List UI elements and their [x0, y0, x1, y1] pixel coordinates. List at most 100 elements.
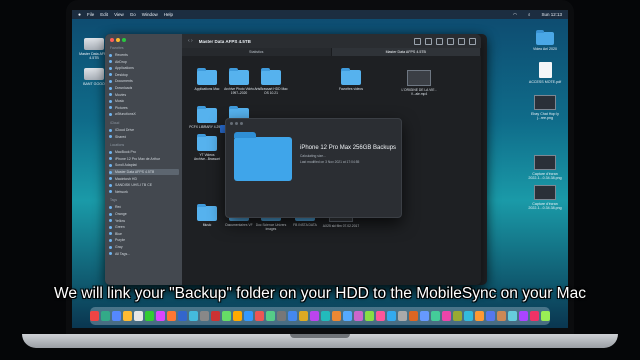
dock-app-icon[interactable] [112, 311, 121, 321]
zoom-window-icon[interactable] [122, 38, 126, 42]
sidebar-item[interactable]: Pictures [109, 105, 179, 111]
close-window-icon[interactable] [110, 38, 114, 42]
dock-app-icon[interactable] [541, 311, 550, 321]
apple-menu-icon[interactable]: ● [78, 12, 81, 18]
sidebar-item[interactable]: Yellow [109, 218, 179, 224]
sidebar-item[interactable]: iCloud Drive [109, 127, 179, 133]
sidebar-item[interactable]: Red [109, 204, 179, 210]
minimize-window-icon[interactable] [116, 38, 120, 42]
dock-app-icon[interactable] [233, 311, 242, 321]
sidebar-item[interactable]: Scroll Adaptat [109, 162, 179, 168]
dock-app-icon[interactable] [530, 311, 539, 321]
dock-app-icon[interactable] [145, 311, 154, 321]
folder-item[interactable]: Favorites videos [332, 68, 370, 91]
search-icon[interactable]: ⌕ [528, 12, 531, 17]
sidebar-item[interactable]: Music [109, 98, 179, 104]
close-window-icon[interactable] [230, 122, 233, 125]
minimize-window-icon[interactable] [235, 122, 238, 125]
action-icon[interactable] [458, 38, 465, 45]
sidebar-item[interactable]: Recents [109, 52, 179, 58]
sidebar-item[interactable]: Documents [109, 78, 179, 84]
sidebar-item[interactable]: Orange [109, 211, 179, 217]
dock-app-icon[interactable] [519, 311, 528, 321]
dock-app-icon[interactable] [299, 311, 308, 321]
menu-edit[interactable]: Edit [100, 12, 108, 17]
sidebar-item[interactable]: Applications [109, 65, 179, 71]
tag-icon[interactable] [447, 38, 454, 45]
back-forward-icon[interactable]: ‹ › [188, 38, 193, 44]
desktop-folder-video[interactable]: Video Anl 2020 [528, 30, 562, 51]
dock-app-icon[interactable] [332, 311, 341, 321]
sidebar-item[interactable]: Gray [109, 244, 179, 250]
menu-window[interactable]: Window [142, 12, 158, 17]
folder-item[interactable]: YT Videos Archive...Brassart [188, 134, 226, 161]
wifi-icon[interactable]: ◠ [513, 12, 517, 18]
dock-app-icon[interactable] [90, 311, 99, 321]
menu-clock[interactable]: Sun 12:13 [541, 12, 562, 17]
folder-item[interactable]: ArtsBrassart HDD Mac OS 10.21 [252, 68, 290, 95]
sidebar-item[interactable]: Macintosh HD [109, 176, 179, 182]
dock-app-icon[interactable] [310, 311, 319, 321]
sidebar-item[interactable]: AirDrop [109, 59, 179, 65]
desktop-file-pdf[interactable]: ACCESS MOTE.pdf [528, 62, 562, 84]
dock-app-icon[interactable] [200, 311, 209, 321]
dock-app-icon[interactable] [354, 311, 363, 321]
dock-app-icon[interactable] [475, 311, 484, 321]
dock-app-icon[interactable] [409, 311, 418, 321]
group-icon[interactable] [425, 38, 432, 45]
sidebar-item[interactable]: Movies [109, 92, 179, 98]
dock-app-icon[interactable] [134, 311, 143, 321]
sidebar-item[interactable]: MacBook Pro [109, 149, 179, 155]
dock-app-icon[interactable] [431, 311, 440, 321]
tab-statistics[interactable]: Statistics [182, 48, 332, 56]
dock-app-icon[interactable] [222, 311, 231, 321]
dock-app-icon[interactable] [464, 311, 473, 321]
sidebar-item[interactable]: Network [109, 189, 179, 195]
dock-app-icon[interactable] [387, 311, 396, 321]
dock-app-icon[interactable] [189, 311, 198, 321]
menu-file[interactable]: File [87, 12, 94, 17]
dock-app-icon[interactable] [398, 311, 407, 321]
desktop-file-capture-2[interactable]: Capture d'écran 2022-1...0.34.38.png [528, 185, 562, 211]
sidebar-item[interactable]: Master Data AFPS 4.5TB [109, 169, 179, 175]
dock-app-icon[interactable] [365, 311, 374, 321]
dock-app-icon[interactable] [497, 311, 506, 321]
dock-app-icon[interactable] [288, 311, 297, 321]
sidebar-item[interactable]: Purple [109, 237, 179, 243]
file-item[interactable]: L'ORIGINE DE LA VIE - V...ale.mp4 [400, 70, 438, 96]
dock-app-icon[interactable] [453, 311, 462, 321]
menu-view[interactable]: View [114, 12, 124, 17]
dock-app-icon[interactable] [321, 311, 330, 321]
dock-app-icon[interactable] [266, 311, 275, 321]
sidebar-item[interactable]: Downloads [109, 85, 179, 91]
tab-master-data[interactable]: Master Data AFPS 4.5TB [331, 48, 481, 56]
view-mode-icon[interactable] [414, 38, 421, 45]
sidebar-item[interactable]: All Tags... [109, 251, 179, 257]
sidebar-item[interactable]: w3functionsX [109, 111, 179, 117]
dock-app-icon[interactable] [486, 311, 495, 321]
zoom-window-icon[interactable] [240, 122, 243, 125]
dock-app-icon[interactable] [167, 311, 176, 321]
desktop-file-capture-1[interactable]: Capture d'écran 2022-1...0.34.38.png [528, 155, 562, 181]
dock-app-icon[interactable] [508, 311, 517, 321]
share-icon[interactable] [436, 38, 443, 45]
search-icon[interactable] [469, 38, 476, 45]
dock-app-icon[interactable] [420, 311, 429, 321]
dock-app-icon[interactable] [277, 311, 286, 321]
menu-go[interactable]: Go [130, 12, 136, 17]
dock-app-icon[interactable] [211, 311, 220, 321]
dock-app-icon[interactable] [156, 311, 165, 321]
sidebar-item[interactable]: Desktop [109, 72, 179, 78]
sidebar-item[interactable]: SANDISK UHS-I TB CE [109, 182, 179, 188]
sidebar-item[interactable]: Shared [109, 134, 179, 140]
desktop-file-png[interactable]: Ebay Chat Hop ly j...ree.png [528, 95, 562, 121]
dock-app-icon[interactable] [255, 311, 264, 321]
dock-app-icon[interactable] [376, 311, 385, 321]
dock-app-icon[interactable] [244, 311, 253, 321]
sidebar-item[interactable]: Blue [109, 231, 179, 237]
dock-app-icon[interactable] [442, 311, 451, 321]
dock-app-icon[interactable] [101, 311, 110, 321]
sidebar-item[interactable]: Green [109, 224, 179, 230]
dock-app-icon[interactable] [123, 311, 132, 321]
sidebar-item[interactable]: iPhone 12 Pro Max de Arthur [109, 156, 179, 162]
